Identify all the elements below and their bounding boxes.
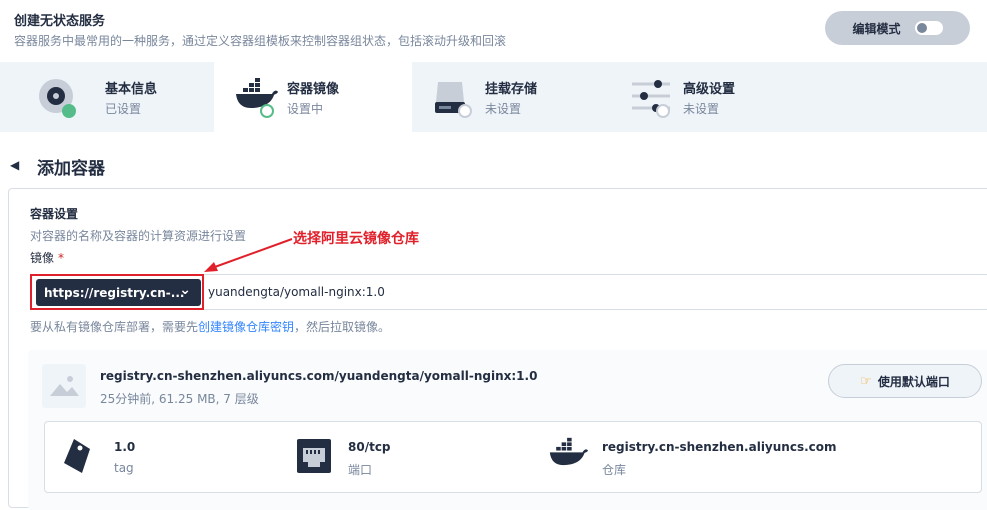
- docker-icon: [549, 437, 588, 466]
- image-details-card: [44, 421, 982, 493]
- annotation-text: 选择阿里云镜像仓库: [293, 231, 419, 247]
- image-meta: 25分钟前, 61.25 MB, 7 层级: [100, 392, 259, 406]
- hint-prefix: 要从私有镜像仓库部署，需要先: [30, 320, 199, 334]
- toggle-switch[interactable]: [914, 21, 943, 35]
- back-arrow-icon[interactable]: ◀: [10, 158, 19, 172]
- page-title: 创建无状态服务: [14, 14, 106, 29]
- step-label: 基本信息: [105, 82, 158, 97]
- registry-select[interactable]: https://registry.cn-... ⌄: [36, 279, 201, 306]
- section-title: 添加容器: [37, 159, 105, 179]
- step-label: 挂载存储: [485, 82, 538, 97]
- step-todo-badge: [656, 104, 670, 118]
- required-mark: *: [58, 251, 65, 265]
- image-placeholder-icon: [50, 376, 79, 396]
- step-container-image[interactable]: 容器镜像 设置中: [214, 62, 412, 132]
- container-settings-title: 容器设置: [30, 207, 79, 221]
- registry-key: 仓库: [602, 463, 627, 477]
- step-todo-badge: [458, 104, 472, 118]
- step-done-badge: [62, 104, 76, 118]
- registry-select-value: https://registry.cn-...: [44, 285, 185, 300]
- image-name-input[interactable]: yuandengta/yomall-nginx:1.0: [208, 285, 385, 299]
- image-thumbnail: [42, 364, 86, 408]
- edit-mode-toggle[interactable]: 编辑模式: [825, 11, 970, 45]
- step-storage[interactable]: 挂载存储 未设置: [412, 62, 610, 132]
- step-status: 未设置: [485, 102, 522, 116]
- step-status: 已设置: [105, 102, 142, 116]
- image-field-label: 镜像 *: [30, 249, 64, 266]
- ethernet-port-icon: [297, 439, 331, 473]
- step-progress-badge: [260, 104, 274, 118]
- create-secret-link[interactable]: 创建镜像仓库密钥: [198, 320, 294, 334]
- annotation-arrow-icon: [204, 238, 293, 272]
- step-status: 未设置: [683, 102, 720, 116]
- step-status: 设置中: [287, 102, 324, 116]
- chevron-down-icon: ⌄: [179, 282, 191, 298]
- step-basic-info[interactable]: 基本信息 已设置: [16, 62, 214, 132]
- tag-value: 1.0: [114, 440, 136, 454]
- button-label: 使用默认端口: [877, 374, 950, 389]
- hint-suffix: ，然后拉取镜像。: [294, 320, 391, 334]
- page-description: 容器服务中最常用的一种服务，通过定义容器组模板来控制容器组状态，包括滚动升级和回…: [14, 34, 507, 48]
- port-value: 80/tcp: [348, 440, 391, 454]
- tag-icon: [64, 439, 90, 473]
- edit-mode-label: 编辑模式: [852, 21, 901, 36]
- registry-value: registry.cn-shenzhen.aliyuncs.com: [602, 440, 837, 454]
- hand-pointer-icon: ☞: [860, 373, 872, 389]
- step-advanced[interactable]: 高级设置 未设置: [610, 62, 808, 132]
- image-full-name: registry.cn-shenzhen.aliyuncs.com/yuande…: [100, 369, 538, 383]
- step-bar: 基本信息 已设置 容器镜像 设置中 挂载存储 未设置 高级设置 未设置: [0, 62, 987, 132]
- port-key: 端口: [348, 463, 373, 477]
- step-label: 高级设置: [683, 82, 736, 97]
- step-label: 容器镜像: [287, 82, 340, 97]
- private-registry-hint: 要从私有镜像仓库部署，需要先创建镜像仓库密钥，然后拉取镜像。: [30, 318, 390, 335]
- image-label-text: 镜像: [30, 251, 55, 265]
- page-header: 创建无状态服务 容器服务中最常用的一种服务，通过定义容器组模板来控制容器组状态，…: [0, 0, 987, 62]
- tag-key: tag: [114, 461, 134, 475]
- use-default-port-button[interactable]: ☞ 使用默认端口: [828, 364, 982, 398]
